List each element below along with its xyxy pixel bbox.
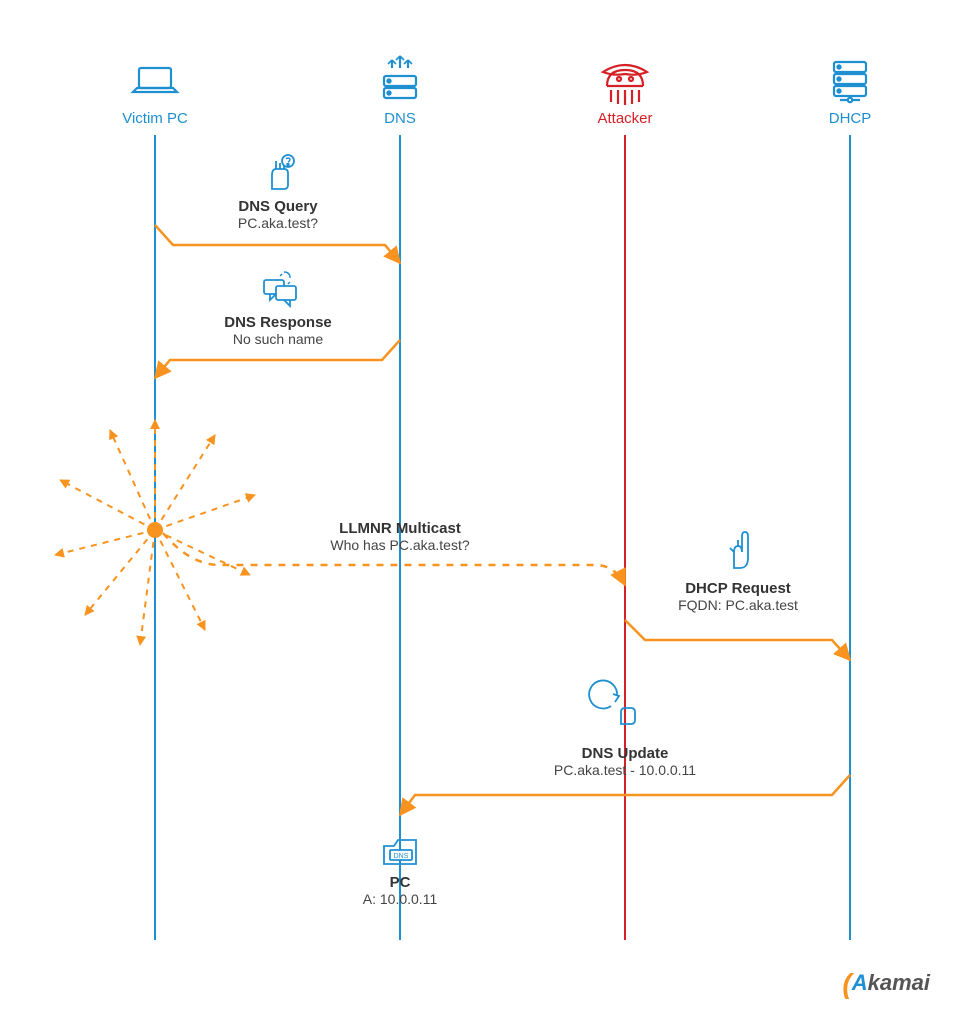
actor-label-victim: Victim PC (122, 110, 188, 127)
msg-dns-response: DNS Response No such name (224, 314, 332, 347)
response-chat-icon (264, 272, 296, 306)
msg-dns-update-title: DNS Update (554, 745, 696, 762)
actor-label-dhcp: DHCP (829, 110, 872, 127)
laptop-icon (133, 68, 177, 92)
msg-llmnr-sub: Who has PC.aka.test? (330, 537, 469, 553)
svg-text:DNS: DNS (394, 853, 409, 860)
actor-label-dns: DNS (384, 110, 416, 127)
msg-dns-record-sub: A: 10.0.0.11 (363, 891, 437, 907)
msg-dns-query: DNS Query PC.aka.test? (238, 198, 318, 231)
msg-dns-query-title: DNS Query (238, 198, 318, 215)
pointer-hand-icon (730, 532, 748, 568)
msg-dns-response-sub: No such name (224, 331, 332, 347)
arrow-dhcp-request (625, 620, 850, 660)
refresh-hand-icon (589, 680, 635, 724)
query-hand-icon (272, 155, 294, 189)
msg-dhcp-request-title: DHCP Request (678, 580, 798, 597)
msg-dns-response-title: DNS Response (224, 314, 332, 331)
dns-server-icon (384, 56, 416, 98)
dhcp-server-icon (834, 62, 866, 102)
msg-dns-update: DNS Update PC.aka.test - 10.0.0.11 (554, 745, 696, 778)
brand-name-rest: kamai (868, 970, 930, 995)
brand-logo: (Akamai (842, 968, 930, 1000)
msg-dns-record-title: PC (363, 874, 437, 891)
attacker-icon (603, 65, 647, 105)
brand-swoosh-icon: ( (842, 968, 851, 999)
actor-label-attacker: Attacker (597, 110, 652, 127)
msg-dns-record: PC A: 10.0.0.11 (363, 874, 437, 907)
msg-dns-query-sub: PC.aka.test? (238, 215, 318, 231)
msg-llmnr-title: LLMNR Multicast (330, 520, 469, 537)
msg-dns-update-sub: PC.aka.test - 10.0.0.11 (554, 762, 696, 778)
msg-dhcp-request: DHCP Request FQDN: PC.aka.test (678, 580, 798, 613)
diagram-canvas: DNS (0, 0, 960, 1020)
msg-llmnr: LLMNR Multicast Who has PC.aka.test? (330, 520, 469, 553)
msg-dhcp-request-sub: FQDN: PC.aka.test (678, 597, 798, 613)
